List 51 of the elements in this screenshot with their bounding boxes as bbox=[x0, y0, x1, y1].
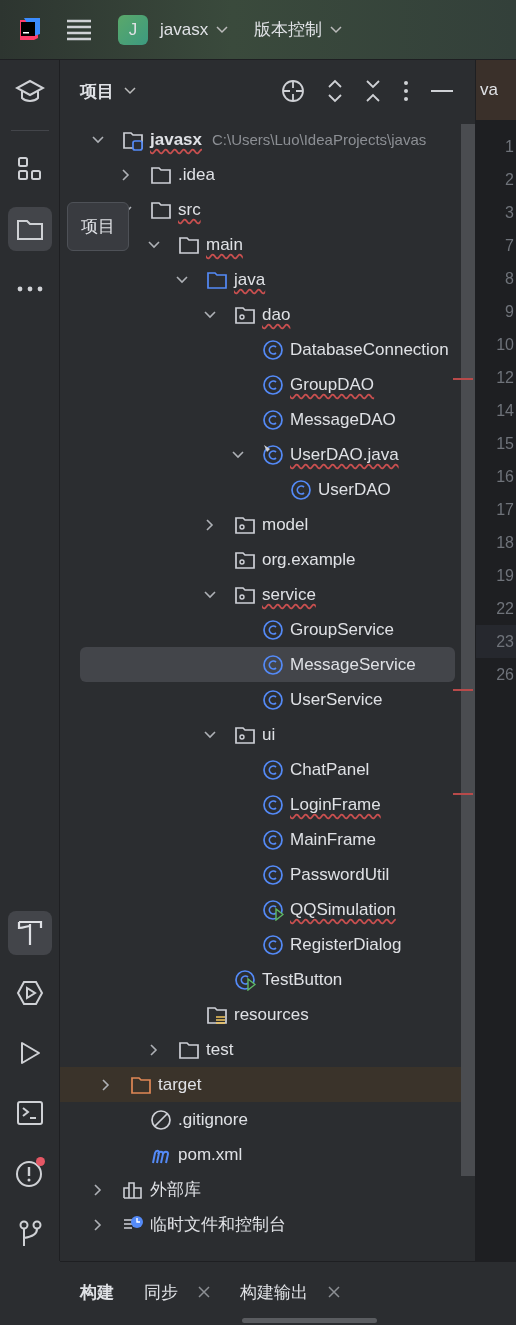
item-label: UserDAO.java bbox=[290, 444, 399, 465]
item-path: C:\Users\Luo\IdeaProjects\javas bbox=[212, 131, 427, 148]
line-number: 8 bbox=[504, 269, 515, 289]
item-label: service bbox=[262, 584, 316, 605]
line-number: 7 bbox=[504, 236, 515, 256]
line-number: 23 bbox=[476, 625, 516, 658]
line-number: 19 bbox=[495, 566, 515, 586]
item-label: src bbox=[178, 199, 201, 220]
item-label: 临时文件和控制台 bbox=[150, 1214, 286, 1236]
line-number: 3 bbox=[504, 203, 515, 223]
item-label: dao bbox=[262, 304, 291, 325]
item-label: java bbox=[234, 269, 266, 290]
line-number: 1 bbox=[504, 137, 515, 157]
line-number: 26 bbox=[495, 665, 515, 685]
line-number: 18 bbox=[495, 533, 515, 553]
item-label: 外部库 bbox=[150, 1179, 201, 1201]
item-label: MainFrame bbox=[290, 829, 376, 850]
item-label: resources bbox=[234, 1004, 309, 1025]
item-label: UserService bbox=[290, 689, 383, 710]
item-label: LoginFrame bbox=[290, 794, 381, 815]
item-label: ui bbox=[262, 724, 276, 745]
line-number: 22 bbox=[495, 599, 515, 619]
line-number: 16 bbox=[495, 467, 515, 487]
line-number: 15 bbox=[495, 434, 515, 454]
line-number: 17 bbox=[495, 500, 515, 520]
item-label: .idea bbox=[178, 164, 215, 185]
item-label: MessageService bbox=[290, 654, 416, 675]
item-label: QQSimulation bbox=[290, 899, 396, 920]
item-label: target bbox=[158, 1074, 202, 1095]
line-number: 2 bbox=[504, 170, 515, 190]
item-label: pom.xml bbox=[178, 1144, 243, 1165]
item-label: .gitignore bbox=[178, 1109, 248, 1130]
line-number: 9 bbox=[504, 302, 515, 322]
item-label: ChatPanel bbox=[290, 759, 370, 780]
item-label: main bbox=[206, 234, 243, 255]
item-label: TestButton bbox=[262, 969, 343, 990]
line-number: 14 bbox=[495, 401, 515, 421]
item-label: GroupDAO bbox=[290, 374, 375, 395]
item-label: UserDAO bbox=[318, 479, 391, 500]
item-label: PasswordUtil bbox=[290, 864, 390, 885]
item-label: model bbox=[262, 514, 309, 535]
item-label: GroupService bbox=[290, 619, 394, 640]
line-number: 10 bbox=[495, 335, 515, 355]
item-label: MessageDAO bbox=[290, 409, 396, 430]
tooltip: 项目 bbox=[67, 202, 129, 251]
item-label: javasx bbox=[150, 129, 202, 150]
item-label: RegisterDialog bbox=[290, 934, 402, 955]
item-label: org.example bbox=[262, 549, 356, 570]
item-label: test bbox=[206, 1039, 234, 1060]
line-number: 12 bbox=[495, 368, 515, 388]
item-label: DatabaseConnection bbox=[290, 339, 449, 360]
